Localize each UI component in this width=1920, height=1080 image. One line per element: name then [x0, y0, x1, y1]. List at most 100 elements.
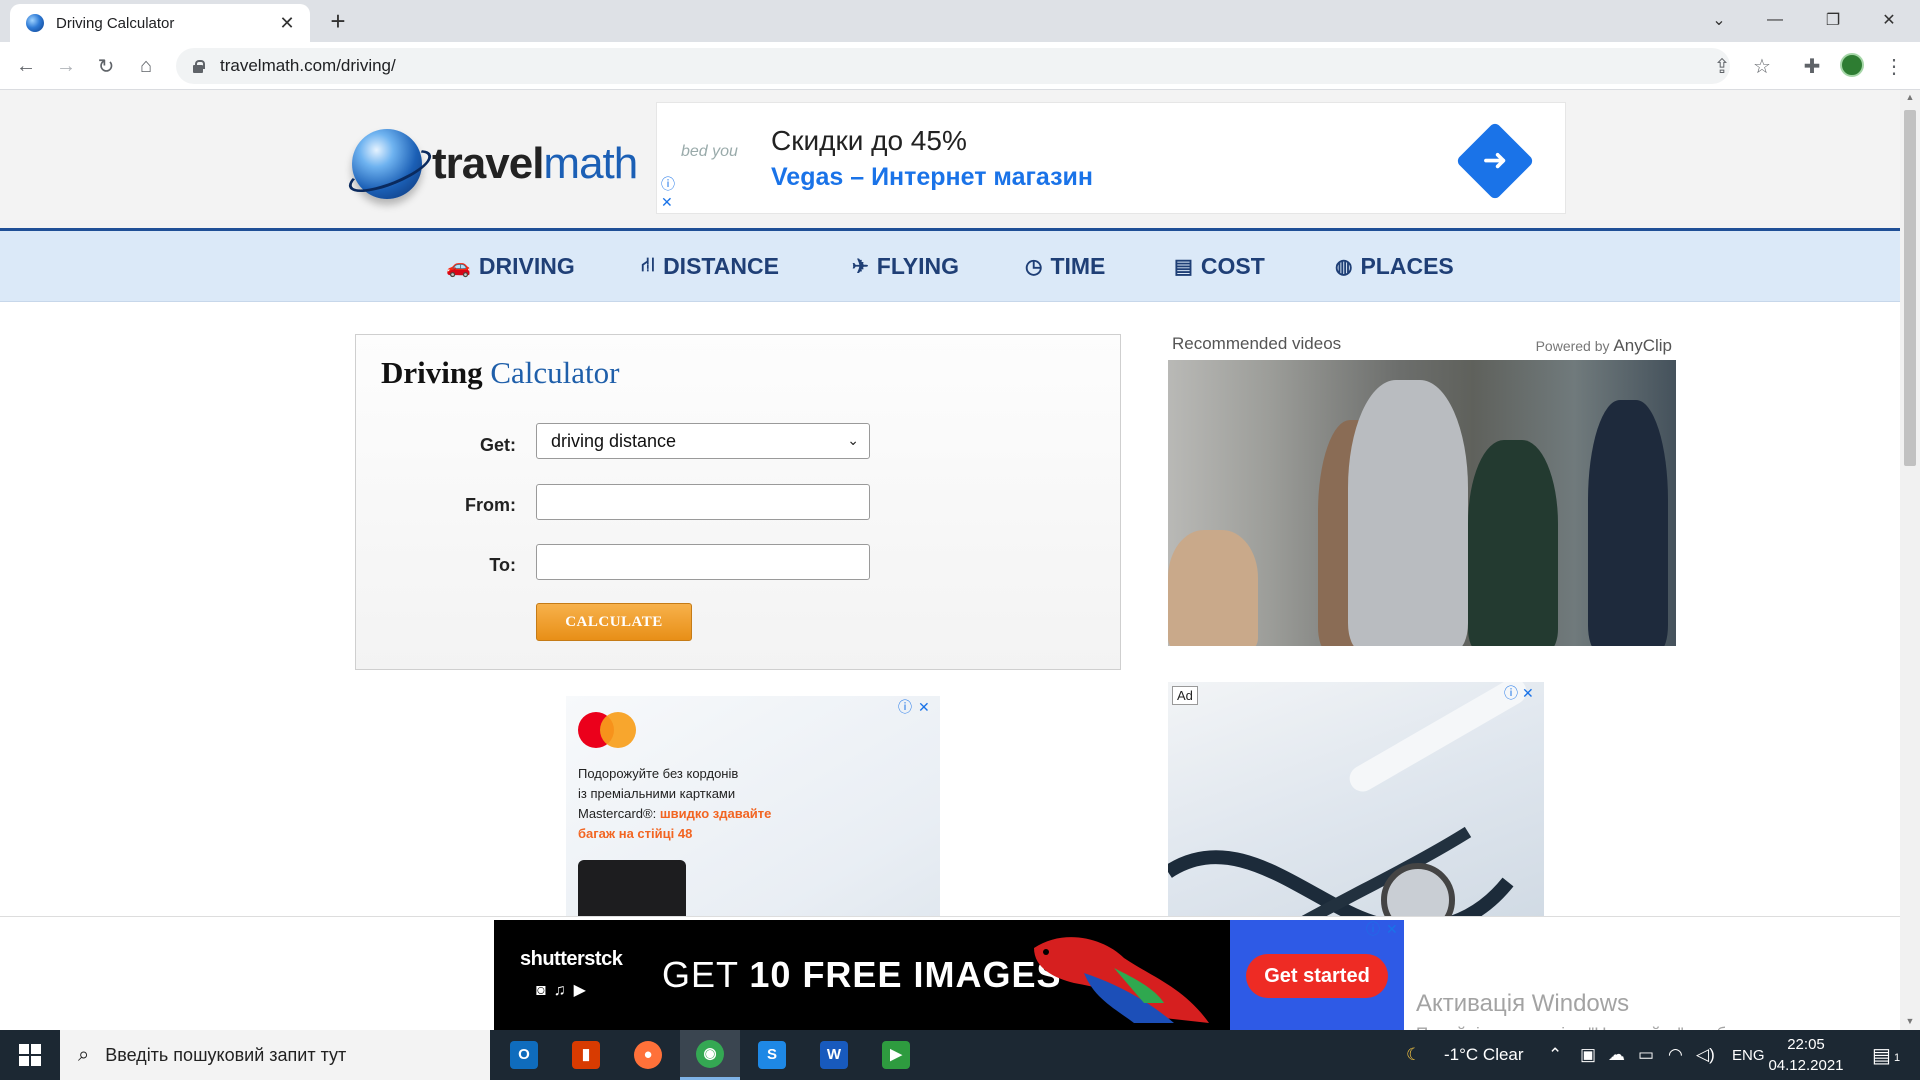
s-app[interactable]: S [742, 1030, 802, 1080]
ad-info-icon[interactable]: ⓘ [661, 177, 675, 191]
car-icon: 🚗 [446, 256, 471, 278]
calculator-title: Driving Calculator [381, 355, 620, 390]
top-banner-ad[interactable]: bed you Скидки до 45% Vegas – Интернет м… [656, 102, 1566, 214]
ad-close-icon[interactable]: ✕ [1522, 686, 1534, 700]
battery-icon[interactable]: ▭ [1638, 1045, 1654, 1065]
video-player[interactable] [1168, 360, 1676, 646]
web-page: travelmath bed you Скидки до 45% Vegas –… [0, 90, 1900, 1030]
restore-button[interactable]: ❐ [1810, 0, 1856, 40]
nav-places[interactable]: ◍ PLACES [1335, 253, 1454, 280]
office-app[interactable]: ▮ [556, 1030, 616, 1080]
wifi-icon[interactable]: ◠ [1668, 1045, 1683, 1065]
firefox-app[interactable]: ● [618, 1030, 678, 1080]
parrot-image [1034, 937, 1209, 1023]
ad-close-icon[interactable]: ✕ [661, 195, 673, 209]
windows-activation-watermark: Активація Windows Перейдіть до розділу "… [1416, 990, 1856, 1030]
clock-time: 22:05 [1787, 1036, 1825, 1053]
nav-distance[interactable]: ⛙ DISTANCE [641, 253, 779, 280]
ad-info-icon[interactable]: ⓘ [1504, 686, 1518, 700]
nav-flying[interactable]: ✈ FLYING [852, 253, 959, 280]
weather-text[interactable]: -1°C Clear [1444, 1045, 1524, 1065]
browser-tab[interactable]: Driving Calculator ✕ [10, 4, 310, 42]
nav-cost-label: COST [1200, 253, 1265, 279]
close-window-button[interactable]: ✕ [1866, 0, 1912, 40]
travelmath-logo[interactable]: travelmath [352, 124, 638, 204]
ad-arrow-icon[interactable]: ➜ [1477, 141, 1513, 181]
nav-time[interactable]: ◷ TIME [1025, 253, 1105, 280]
from-label: From: [465, 495, 516, 515]
tab-close-icon[interactable]: ✕ [276, 13, 298, 34]
nav-driving[interactable]: 🚗 DRIVING [446, 253, 575, 280]
home-icon[interactable]: ⌂ [130, 50, 162, 82]
globe-icon: ◍ [1335, 256, 1353, 278]
bookmark-star-icon[interactable]: ☆ [1744, 48, 1780, 84]
get-started-button[interactable]: Get started [1246, 954, 1388, 998]
onedrive-cloud-icon[interactable]: ☁ [1608, 1045, 1625, 1065]
lock-icon[interactable] [192, 60, 205, 73]
tray-chevron-icon[interactable]: ⌃ [1548, 1045, 1562, 1065]
chrome-app[interactable]: ◉ [680, 1030, 740, 1080]
scroll-down-icon[interactable]: ▼ [1904, 1016, 1916, 1026]
nav-driving-label: DRIVING [478, 253, 575, 279]
address-bar[interactable]: travelmath.com/driving/ [176, 48, 1730, 84]
notification-center-icon[interactable]: ▤ [1872, 1043, 1891, 1068]
ad-subline[interactable]: Vegas – Интернет магазин [771, 163, 1093, 192]
mastercard-ad-text: Подорожуйте без кордонів із преміальними… [578, 766, 772, 841]
browser-toolbar: ← → ↻ ⌂ travelmath.com/driving/ ⇪ ☆ ✚ ⋮ [0, 42, 1920, 90]
road-icon: ⛙ [641, 254, 656, 276]
get-select-value: driving distance [551, 431, 677, 451]
scroll-up-icon[interactable]: ▲ [1904, 92, 1916, 102]
nav-flying-label: FLYING [876, 253, 959, 279]
globe-logo-icon [352, 129, 422, 199]
shutterstock-logo: shutterstck [520, 948, 623, 970]
shutterstock-ad[interactable]: shutterstck ◙♫▶ GET 10 FREE IMAGES Get s… [494, 920, 1404, 1030]
scrollbar-thumb[interactable] [1904, 110, 1916, 466]
nav-cost[interactable]: ▤ COST [1174, 253, 1265, 280]
clock-icon: ◷ [1025, 256, 1043, 278]
windows-taskbar: ⌕ Введіть пошуковий запит тут O ▮ ● ◉ S … [0, 1030, 1920, 1080]
taskbar-clock[interactable]: 22:05 04.12.2021 [1768, 1034, 1844, 1076]
ad-info-icon[interactable]: ⓘ [898, 700, 912, 714]
forward-arrow-icon[interactable]: → [50, 50, 82, 82]
weather-moon-icon[interactable]: ☾ [1406, 1045, 1421, 1065]
share-icon[interactable]: ⇪ [1704, 48, 1740, 84]
to-input[interactable] [536, 544, 870, 580]
new-tab-button[interactable]: + [324, 8, 352, 36]
extensions-puzzle-icon[interactable]: ✚ [1794, 48, 1830, 84]
clock-date: 04.12.2021 [1768, 1057, 1844, 1074]
driving-calculator-panel: Driving Calculator Get: driving distance… [355, 334, 1121, 670]
from-input[interactable] [536, 484, 870, 520]
get-select[interactable]: driving distance ⌄ [536, 423, 870, 459]
calculate-button[interactable]: CALCULATE [536, 603, 692, 641]
nav-distance-label: DISTANCE [663, 253, 779, 279]
windows-logo-icon [19, 1044, 41, 1066]
back-arrow-icon[interactable]: ← [10, 50, 42, 82]
mastercard-logo [578, 712, 638, 748]
nav-places-label: PLACES [1360, 253, 1454, 279]
volume-icon[interactable]: ◁) [1696, 1045, 1715, 1065]
video-figure [1588, 400, 1668, 646]
minimize-button[interactable]: — [1752, 0, 1798, 40]
profile-avatar[interactable] [1840, 53, 1864, 77]
tab-strip: Driving Calculator ✕ + ⌄ — ❐ ✕ [0, 0, 1920, 42]
url-text[interactable]: travelmath.com/driving/ [220, 56, 396, 76]
start-button[interactable] [0, 1030, 60, 1080]
powered-by[interactable]: Powered by AnyClip [1536, 336, 1672, 356]
videos-label: Recommended videos [1172, 334, 1342, 353]
outlook-app[interactable]: O [494, 1030, 554, 1080]
page-scrollbar[interactable]: ▲ ▼ [1900, 90, 1920, 1030]
reload-icon[interactable]: ↻ [90, 50, 122, 82]
ad-close-icon[interactable]: ✕ [918, 700, 930, 714]
language-indicator[interactable]: ENG [1732, 1047, 1765, 1064]
ad-close-icon[interactable]: ✕ [1386, 922, 1398, 936]
shutterstock-headline: GET 10 FREE IMAGES [662, 954, 1062, 995]
browser-menu-icon[interactable]: ⋮ [1876, 48, 1912, 84]
ad-info-icon[interactable]: ⓘ [1366, 922, 1380, 936]
word-app[interactable]: W [804, 1030, 864, 1080]
notification-count: 1 [1894, 1052, 1901, 1064]
meet-now-icon[interactable]: ▣ [1580, 1045, 1596, 1065]
taskbar-search[interactable]: ⌕ Введіть пошуковий запит тут [60, 1030, 490, 1080]
tab-search-icon[interactable]: ⌄ [1696, 0, 1742, 40]
ad-headline[interactable]: Скидки до 45% [771, 125, 967, 157]
media-app[interactable]: ▶ [866, 1030, 926, 1080]
